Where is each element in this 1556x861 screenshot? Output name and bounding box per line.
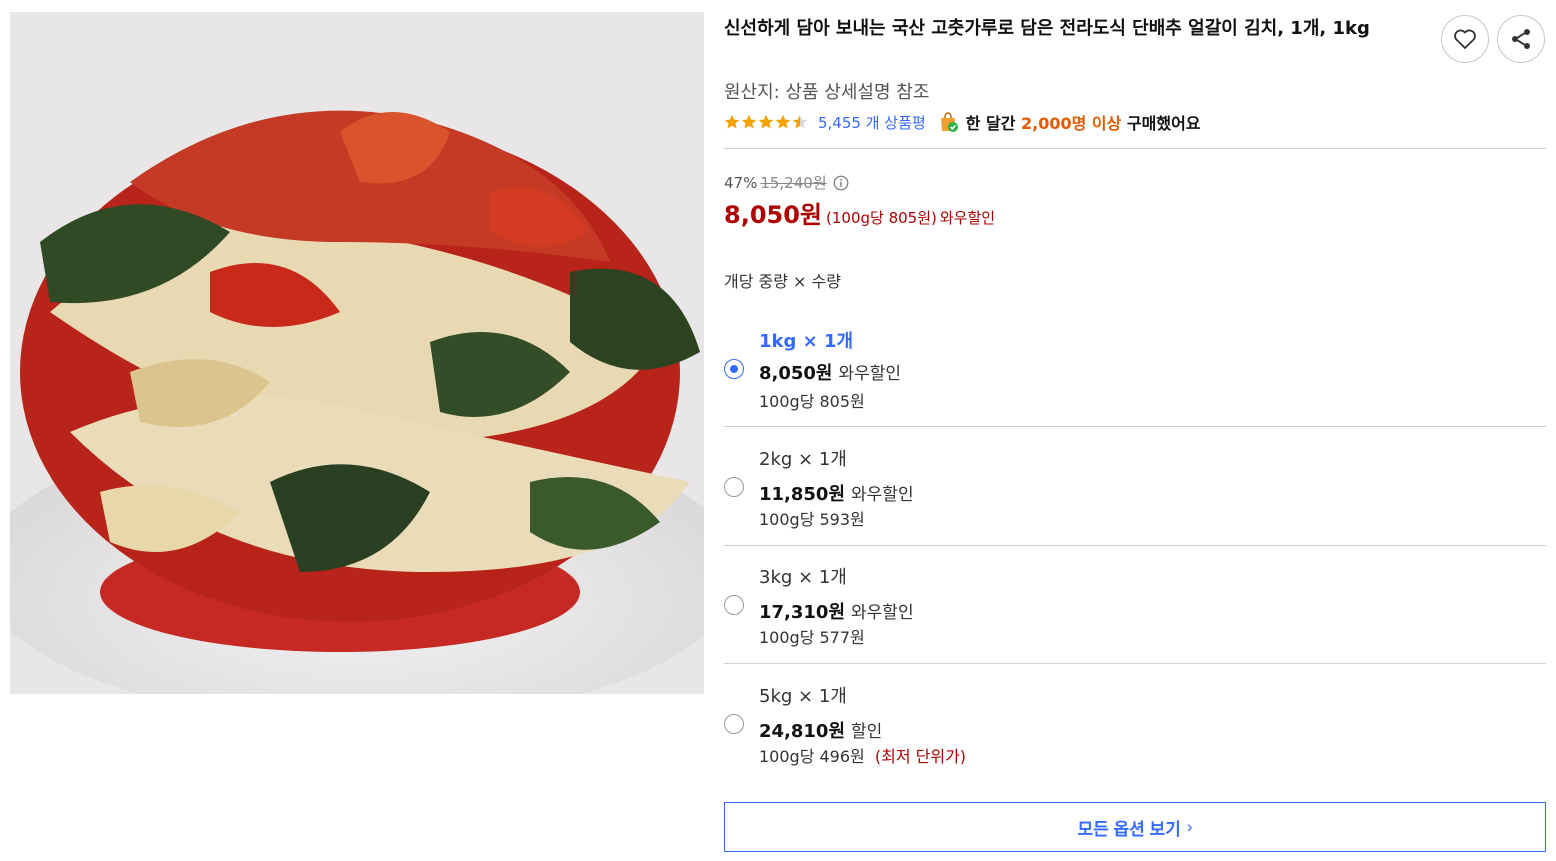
sale-price: 8,050원 [724, 201, 822, 229]
option-unit-price: 100g당 577원 [759, 624, 865, 648]
option-price: 8,050원 [759, 363, 833, 384]
option-price-row: 17,310원 와우할인 [759, 598, 914, 624]
unit-price: (100g당 805원) [826, 209, 937, 227]
option-item[interactable]: 5kg × 1개 24,810원 할인 100g당 496원 (최저 단위가) [724, 677, 1546, 795]
option-radio[interactable] [724, 477, 744, 497]
option-unit-text: 100g당 593원 [759, 510, 865, 529]
option-radio[interactable] [724, 714, 744, 734]
info-icon[interactable] [833, 175, 849, 191]
shopping-bag-icon [936, 110, 960, 134]
option-name: 2kg × 1개 [759, 449, 847, 470]
product-image [10, 12, 704, 694]
option-unit-price: 100g당 805원 [759, 388, 865, 412]
option-unit-text: 100g당 496원 [759, 747, 865, 766]
heart-icon [1454, 29, 1476, 49]
option-radio-selected[interactable] [724, 359, 744, 379]
option-price: 11,850원 [759, 484, 846, 505]
option-name: 3kg × 1개 [759, 567, 847, 588]
option-tag: 와우할인 [851, 485, 914, 505]
divider [724, 545, 1546, 546]
divider [724, 148, 1546, 149]
view-all-options-button[interactable]: 모든 옵션 보기 › [724, 802, 1546, 852]
bought-suffix: 구매했어요 [1126, 114, 1201, 133]
option-unit-price: 100g당 593원 [759, 506, 865, 530]
origin-info: 원산지: 상품 상세설명 참조 [724, 82, 930, 103]
lowest-unit-price-note: (최저 단위가) [874, 747, 967, 766]
option-name: 5kg × 1개 [759, 686, 847, 707]
star-rating[interactable] [724, 114, 810, 130]
option-radio[interactable] [724, 595, 744, 615]
option-tag: 할인 [851, 722, 883, 742]
chevron-right-icon: › [1186, 817, 1193, 836]
sale-tag: 와우할인 [939, 209, 996, 227]
option-tag: 와우할인 [838, 364, 902, 384]
share-icon [1512, 29, 1530, 49]
review-count-link[interactable]: 5,455 개 상품평 [818, 112, 926, 133]
option-price-row: 8,050원 와우할인 [759, 359, 901, 385]
bought-prefix: 한 달간 [965, 114, 1016, 133]
divider [724, 663, 1546, 664]
bought-highlight: 2,000명 이상 [1021, 114, 1122, 133]
option-item[interactable]: 2kg × 1개 11,850원 와우할인 100g당 593원 [724, 440, 1546, 558]
option-price: 17,310원 [759, 602, 846, 623]
view-all-options-label: 모든 옵션 보기 [1077, 819, 1181, 839]
price-row: 8,050원 (100g당 805원) 와우할인 [724, 195, 995, 230]
option-price-row: 24,810원 할인 [759, 717, 882, 743]
option-unit-text: 100g당 805원 [759, 392, 865, 411]
option-unit-price: 100g당 496원 (최저 단위가) [759, 743, 966, 767]
option-name: 1kg × 1개 [759, 331, 854, 352]
option-tag: 와우할인 [851, 603, 914, 623]
rating-row: 5,455 개 상품평 한 달간 2,000명 이상 구매했어요 [724, 109, 1201, 135]
divider [724, 426, 1546, 427]
product-info-panel: 신선하게 담아 보내는 국산 고춧가루로 담은 전라도식 단배추 얼갈이 김치,… [724, 0, 1546, 861]
option-item[interactable]: 3kg × 1개 17,310원 와우할인 100g당 577원 [724, 559, 1546, 677]
star-icons [724, 114, 808, 129]
kimchi-photo [10, 12, 704, 694]
purchase-stats: 한 달간 2,000명 이상 구매했어요 [966, 110, 1201, 134]
discount-rate: 47% [724, 173, 758, 192]
discount-row: 47% 15,240원 [724, 172, 849, 193]
original-price: 15,240원 [760, 174, 827, 192]
option-price-row: 11,850원 와우할인 [759, 480, 914, 506]
product-title: 신선하게 담아 보내는 국산 고춧가루로 담은 전라도식 단배추 얼갈이 김치,… [724, 18, 1370, 39]
wishlist-button[interactable] [1441, 15, 1489, 63]
option-price: 24,810원 [759, 721, 846, 742]
option-unit-text: 100g당 577원 [759, 628, 865, 647]
option-item[interactable]: 1kg × 1개 8,050원 와우할인 100g당 805원 [724, 322, 1546, 440]
share-button[interactable] [1497, 15, 1545, 63]
options-section-label: 개당 중량 × 수량 [724, 272, 841, 291]
